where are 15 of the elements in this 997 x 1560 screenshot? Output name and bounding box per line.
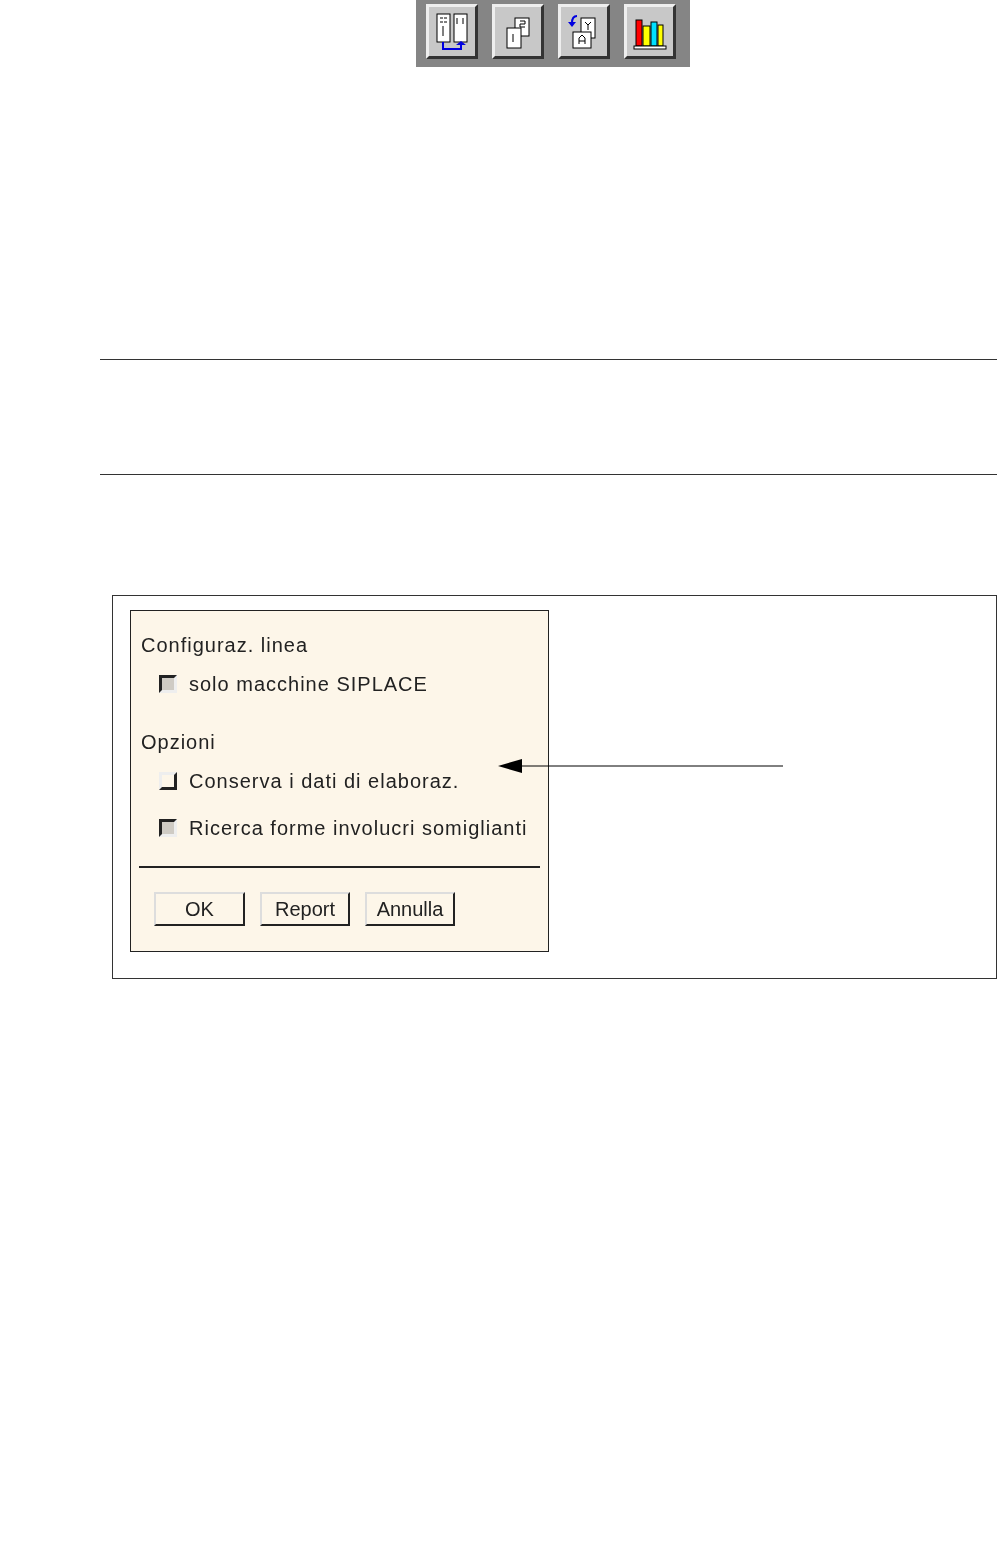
toolbar-button[interactable] [492,4,544,59]
option-label: Conserva i dati di elaboraz. [189,769,460,793]
toolbar-button[interactable] [426,4,478,59]
dialog-button[interactable]: Annulla [365,892,455,926]
section-title: Configuraz. linea [141,633,310,657]
columns-icon [435,11,469,52]
toolbar-button[interactable] [624,4,676,59]
option-label: Ricerca forme involucri somiglianti [189,816,528,840]
option-label: solo macchine SIPLACE [189,672,428,696]
checkbox[interactable] [159,819,177,837]
dialog-button[interactable]: Report [260,892,350,926]
dialog-button[interactable]: OK [154,892,245,926]
toolbar-button[interactable] [558,4,610,59]
checkbox[interactable] [159,675,177,693]
section-title: Opzioni [141,730,217,754]
